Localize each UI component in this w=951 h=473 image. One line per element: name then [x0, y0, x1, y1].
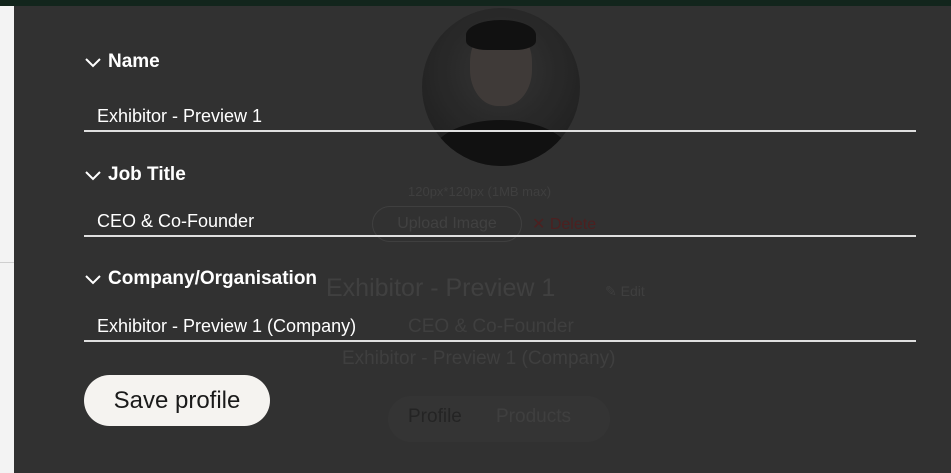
job-title-field-toggle[interactable]: Job Title	[84, 164, 186, 186]
name-field-toggle[interactable]: Name	[84, 51, 160, 73]
company-field-label: Company/Organisation	[108, 268, 318, 289]
edit-profile-form: Name Job Title Company/Organisation Save…	[0, 0, 951, 473]
name-input[interactable]	[84, 102, 916, 132]
name-field-label: Name	[108, 51, 160, 72]
chevron-down-icon	[85, 58, 101, 68]
company-field-toggle[interactable]: Company/Organisation	[84, 268, 317, 290]
job-title-input[interactable]	[84, 207, 916, 237]
save-profile-button[interactable]: Save profile	[84, 375, 270, 426]
job-title-field-label: Job Title	[108, 164, 186, 185]
chevron-down-icon	[85, 275, 101, 285]
company-input[interactable]	[84, 312, 916, 342]
chevron-down-icon	[85, 171, 101, 181]
